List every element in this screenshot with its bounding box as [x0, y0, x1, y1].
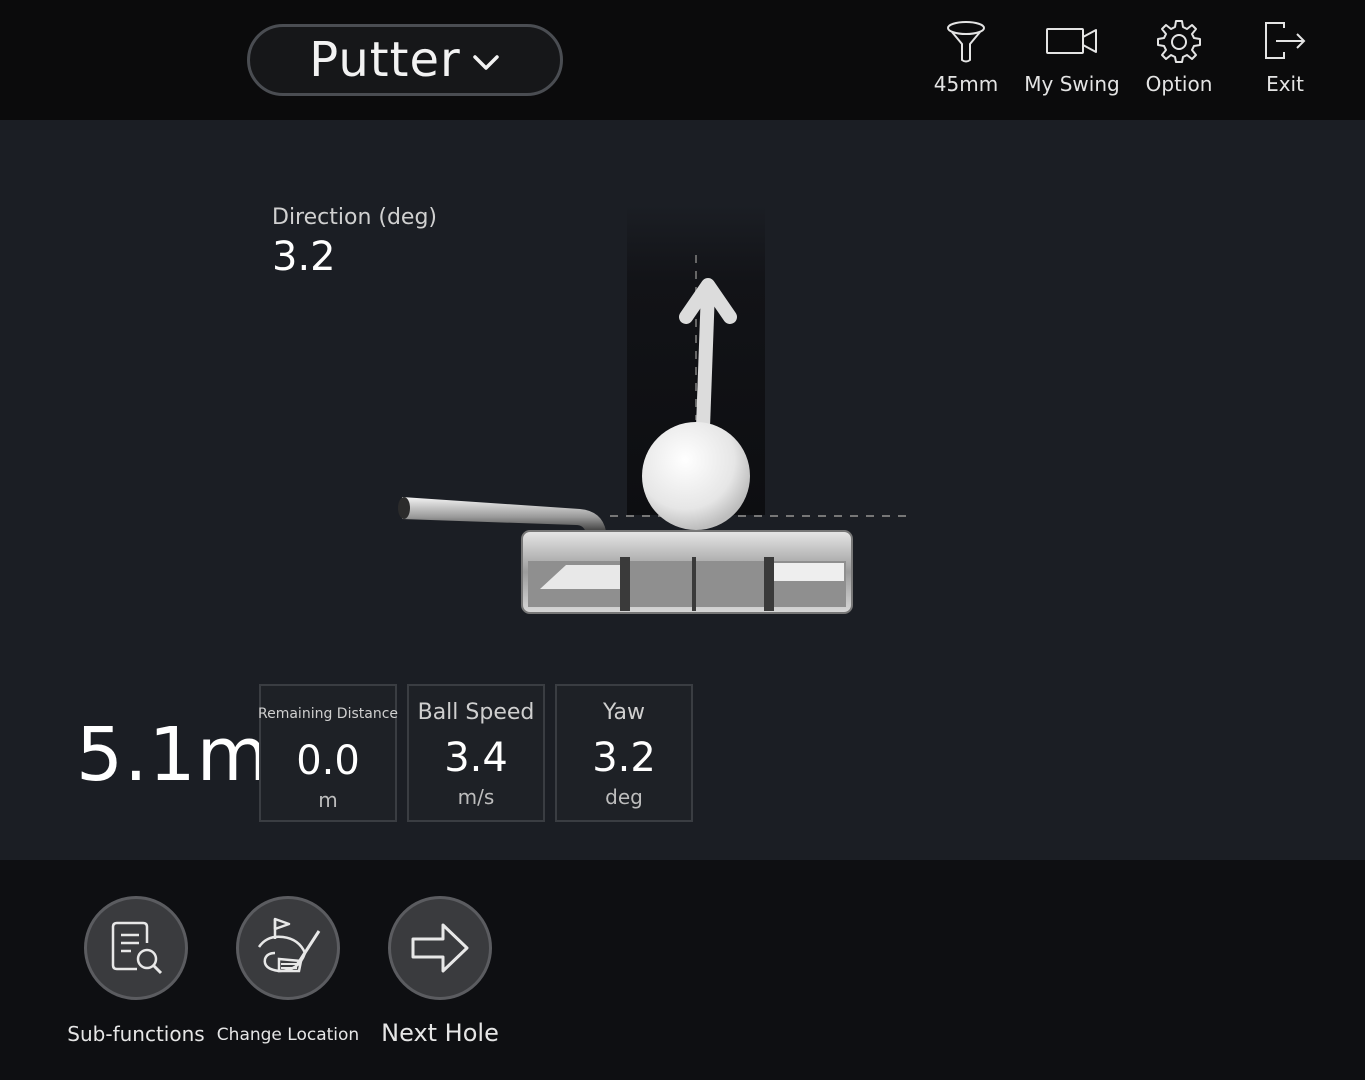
club-selector[interactable]: Putter [247, 24, 563, 96]
stat-title: Ball Speed [417, 700, 535, 725]
option-button[interactable]: Option [1146, 18, 1212, 104]
sub-functions-button[interactable] [84, 896, 188, 1000]
chevron-down-icon [472, 55, 499, 70]
top-bar: Putter 45mm My Swing Option Exit [0, 0, 1365, 120]
course-flag-icon [257, 917, 321, 973]
tee-height-label: 45mm [933, 72, 999, 96]
tee-height-button[interactable]: 45mm [933, 18, 999, 104]
total-distance: 5.1m [76, 712, 270, 798]
tee-icon [947, 21, 985, 63]
next-hole-label[interactable]: Next Hole [370, 1019, 510, 1047]
stat-card-remaining-distance: Remaining Distance 0.0 m [258, 684, 399, 822]
putt-visualization [398, 205, 910, 614]
camera-icon [1046, 28, 1097, 54]
document-search-icon [111, 921, 163, 975]
exit-button[interactable]: Exit [1262, 18, 1308, 104]
stat-value: 3.2 [592, 735, 656, 781]
change-location-label[interactable]: Change Location [214, 1025, 362, 1045]
stat-title: Remaining Distance [258, 706, 399, 722]
stat-unit: m/s [457, 785, 495, 809]
golf-ball [642, 422, 750, 530]
stat-unit: deg [605, 785, 643, 809]
next-hole-button[interactable] [388, 896, 492, 1000]
exit-label: Exit [1266, 72, 1304, 96]
option-label: Option [1145, 72, 1213, 96]
direction-arrow [696, 289, 715, 428]
stat-value: 0.0 [296, 738, 360, 784]
stat-unit: m [318, 788, 338, 812]
change-location-button[interactable] [236, 896, 340, 1000]
exit-icon [1265, 22, 1306, 59]
stat-card-ball-speed: Ball Speed 3.4 m/s [407, 684, 545, 822]
gear-icon [1157, 20, 1201, 63]
my-swing-button[interactable]: My Swing [1024, 18, 1120, 104]
club-selector-label: Putter [309, 32, 461, 88]
stat-title: Yaw [603, 700, 645, 725]
bottom-bar [0, 860, 1365, 1080]
my-swing-label: My Swing [1024, 72, 1120, 96]
arrow-right-icon [411, 923, 469, 973]
sub-functions-label[interactable]: Sub-functions [66, 1022, 206, 1046]
stat-card-yaw: Yaw 3.2 deg [555, 684, 693, 822]
stat-value: 3.4 [444, 735, 508, 781]
